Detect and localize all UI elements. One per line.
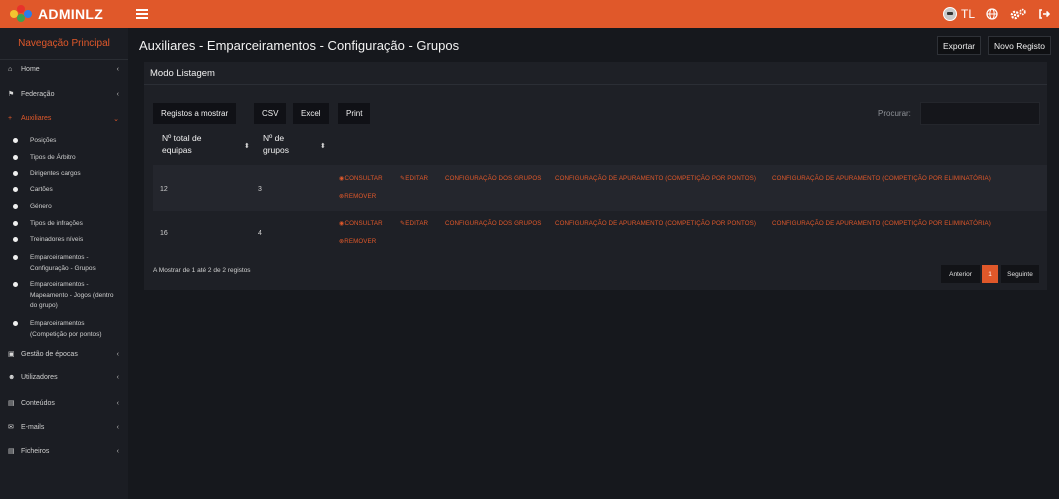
table-row: 12 3 ◉CONSULTAR ✎EDITAR CONFIGURAÇÃO DOS… — [153, 165, 1047, 211]
sign-out-icon[interactable] — [1037, 7, 1051, 21]
pagination-next-button[interactable]: Seguinte — [1001, 265, 1039, 283]
table-row: 16 4 ◉CONSULTAR ✎EDITAR CONFIGURAÇÃO DOS… — [153, 211, 1047, 257]
sidebar-title: Navegação Principal — [0, 28, 128, 60]
brand-name: ADMINLZ — [38, 6, 104, 22]
chevron-left-icon: ‹ — [116, 447, 119, 455]
sidebar-item-emails[interactable]: ✉ E-mails ‹ — [0, 423, 128, 432]
hamburger-icon[interactable] — [136, 9, 148, 19]
card-title: Modo Listagem — [150, 68, 215, 79]
chevron-left-icon: ‹ — [116, 66, 119, 73]
cell-total-equipas: 16 — [160, 230, 168, 237]
new-record-button[interactable]: Novo Registo — [988, 36, 1052, 55]
excel-button[interactable]: Excel — [293, 103, 329, 124]
chevron-down-icon: ⌄ — [113, 115, 119, 123]
calendar-icon: ▣ — [8, 351, 15, 358]
brand[interactable]: ADMINLZ — [0, 0, 128, 28]
remove-link[interactable]: ⊗REMOVER — [339, 193, 376, 200]
chevron-left-icon: ‹ — [116, 399, 119, 407]
print-button[interactable]: Print — [338, 103, 371, 124]
divider — [144, 84, 1047, 85]
avatar[interactable] — [942, 7, 957, 21]
sort-icon[interactable]: ⬍ — [320, 142, 326, 150]
search-label: Procurar: — [878, 109, 911, 118]
consult-link[interactable]: ◉CONSULTAR — [339, 220, 383, 227]
edit-link[interactable]: ✎EDITAR — [400, 175, 428, 182]
sidebar-item-utilizadores[interactable]: ☻ Utilizadores ‹ — [0, 374, 128, 381]
config-grupos-link[interactable]: CONFIGURAÇÃO DOS GRUPOS — [445, 220, 542, 227]
remove-link[interactable]: ⊗REMOVER — [339, 238, 376, 245]
config-apuramento-eliminatoria-link[interactable]: CONFIGURAÇÃO DE APURAMENTO (COMPETIÇÃO P… — [772, 175, 991, 182]
pagination-prev-button[interactable]: Anterior — [941, 265, 980, 283]
users-icon: ☻ — [8, 374, 16, 381]
file-icon: ▤ — [8, 400, 15, 407]
chevron-left-icon: ‹ — [116, 374, 119, 381]
sidebar-item-auxiliares[interactable]: + Auxiliares ⌄ — [0, 115, 128, 123]
column-header-num-grupos[interactable]: Nº de grupos — [263, 132, 308, 156]
csv-button[interactable]: CSV — [254, 103, 287, 124]
folder-icon: ▤ — [8, 448, 15, 455]
top-navbar: ADMINLZ TL — [0, 0, 1059, 28]
home-icon: ⌂ — [8, 66, 13, 73]
user-initials[interactable]: TL — [961, 7, 975, 21]
chevron-left-icon: ‹ — [116, 423, 119, 431]
config-grupos-link[interactable]: CONFIGURAÇÃO DOS GRUPOS — [445, 175, 542, 182]
consult-link[interactable]: ◉CONSULTAR — [339, 175, 383, 182]
sidebar-item-home[interactable]: ⌂ Home ‹ — [0, 66, 128, 73]
sidebar-item-gestao-epocas[interactable]: ▣ Gestão de épocas ‹ — [0, 350, 128, 359]
logo-icon — [10, 5, 32, 23]
sidebar-item-federacao[interactable]: ⚑ Federação ‹ — [0, 90, 128, 99]
chevron-left-icon: ‹ — [116, 350, 119, 358]
search-input[interactable] — [920, 102, 1040, 125]
config-apuramento-pontos-link[interactable]: CONFIGURAÇÃO DE APURAMENTO (COMPETIÇÃO P… — [555, 220, 756, 227]
sidebar-item-ficheiros[interactable]: ▤ Ficheiros ‹ — [0, 447, 128, 456]
cell-total-equipas: 12 — [160, 186, 168, 193]
list-card: Modo Listagem Registos a mostrar CSV Exc… — [144, 62, 1047, 290]
records-per-page-button[interactable]: Registos a mostrar — [153, 103, 237, 124]
page-title: Auxiliares - Emparceiramentos - Configur… — [139, 38, 460, 53]
config-apuramento-pontos-link[interactable]: CONFIGURAÇÃO DE APURAMENTO (COMPETIÇÃO P… — [555, 175, 756, 182]
envelope-icon: ✉ — [8, 424, 14, 431]
cogs-icon[interactable] — [1009, 7, 1027, 21]
export-button[interactable]: Exportar — [937, 36, 982, 55]
globe-icon[interactable] — [985, 7, 999, 21]
cell-num-grupos: 3 — [258, 186, 262, 193]
column-header-total-equipas[interactable]: Nº total de equipas — [162, 132, 232, 156]
chevron-left-icon: ‹ — [116, 90, 119, 98]
top-right-actions: TL — [942, 0, 1051, 28]
pagination-info: A Mostrar de 1 até 2 de 2 registos — [153, 267, 251, 274]
config-apuramento-eliminatoria-link[interactable]: CONFIGURAÇÃO DE APURAMENTO (COMPETIÇÃO P… — [772, 220, 991, 227]
edit-link[interactable]: ✎EDITAR — [400, 220, 428, 227]
cell-num-grupos: 4 — [258, 230, 262, 237]
pagination-page-1[interactable]: 1 — [982, 265, 998, 283]
sidebar-item-conteudos[interactable]: ▤ Conteúdos ‹ — [0, 399, 128, 408]
plus-icon: + — [8, 115, 13, 122]
flag-icon: ⚑ — [8, 91, 15, 98]
sort-icon[interactable]: ⬍ — [244, 142, 250, 150]
